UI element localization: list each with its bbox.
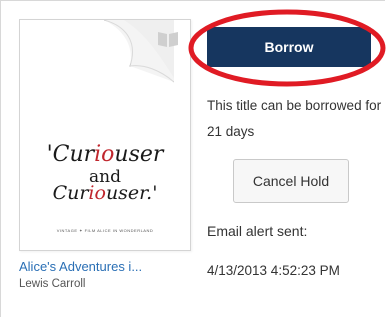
book-title-link[interactable]: Alice's Adventures i... [19, 259, 189, 274]
email-alert-date: 4/13/2013 4:52:23 PM [207, 263, 340, 278]
cover-title-line1: 'Curiouser [46, 142, 164, 167]
availability-text: This title can be borrowed for 21 days [207, 98, 382, 139]
cancel-hold-button[interactable]: Cancel Hold [233, 159, 349, 203]
cover-credit: VINTAGE ✦ FILM ALICE IN WONDERLAND [56, 228, 154, 233]
book-icon [158, 32, 178, 47]
cover-title-line3: Curiouser.' [52, 182, 158, 204]
book-author: Lewis Carroll [19, 278, 86, 290]
email-alert-label: Email alert sent: [207, 223, 308, 239]
borrow-button[interactable]: Borrow [207, 27, 371, 67]
book-cover[interactable]: 'Curiouser and Curiouser.' VINTAGE ✦ FIL… [19, 19, 191, 251]
title-card: 'Curiouser and Curiouser.' VINTAGE ✦ FIL… [0, 0, 386, 317]
